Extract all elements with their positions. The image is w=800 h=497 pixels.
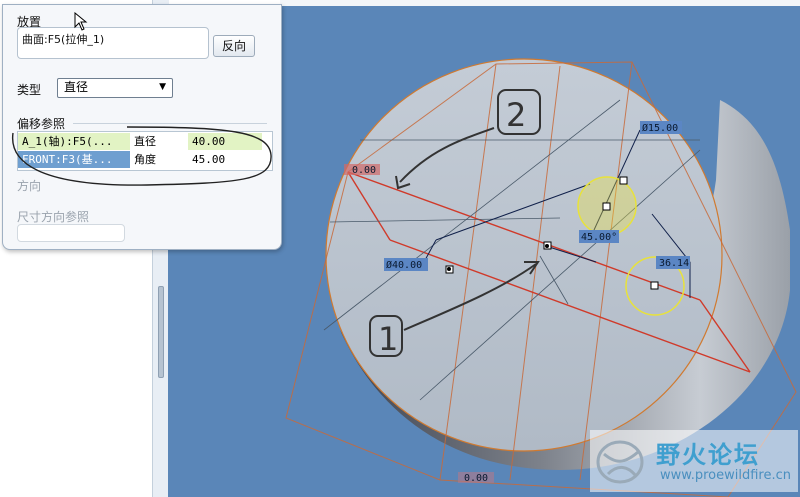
annotation-two-label: 2: [506, 96, 526, 134]
dim-label-d-right[interactable]: 36.14: [656, 256, 690, 269]
dim-label-angle[interactable]: 45.00°: [579, 230, 619, 243]
hole-placement-panel: 放置 曲面:F5(拉伸_1) 反向 类型 直径 ▼ 偏移参照 A_1(轴):F5…: [2, 4, 282, 250]
dim-text-angle: 45.00°: [581, 232, 617, 243]
placement-value: 曲面:F5(拉伸_1): [22, 33, 105, 46]
annotation-scribble: [11, 126, 272, 186]
cad-window: Ø15.00 Ø40.00 45.00° 36.14 0.00 0.00 2 1…: [0, 0, 800, 497]
dim-label-d-left[interactable]: Ø40.00: [384, 258, 428, 271]
dim-text-tag-a: 0.00: [352, 165, 376, 176]
type-label: 类型: [17, 83, 42, 97]
mouse-cursor-icon: [74, 12, 88, 31]
chevron-down-icon: ▼: [159, 82, 166, 92]
dim-text-d-top: Ø15.00: [642, 122, 678, 134]
dim-label-d-top[interactable]: Ø15.00: [640, 121, 682, 134]
type-select-value: 直径: [64, 80, 89, 94]
dim-text-d-right: 36.14: [659, 258, 689, 269]
dim-tag-a: 0.00: [344, 164, 380, 176]
watermark-url: www.proewildfire.cn: [660, 468, 791, 483]
dim-text-tag-b: 0.00: [464, 473, 488, 484]
type-select[interactable]: 直径 ▼: [57, 78, 173, 98]
dim-dir-ref-label: 尺寸方向参照: [17, 210, 90, 224]
dim-tag-b: 0.00: [458, 472, 494, 484]
dim-text-d-left: Ø40.00: [386, 259, 422, 271]
dim-dir-ref-field[interactable]: [17, 224, 125, 242]
watermark-logo-icon: [596, 440, 644, 484]
watermark-title: 野火论坛: [656, 441, 760, 469]
placement-field[interactable]: 曲面:F5(拉伸_1): [17, 27, 209, 59]
flip-button[interactable]: 反向: [213, 35, 255, 57]
splitter-grip[interactable]: [158, 286, 164, 378]
annotation-one-label: 1: [378, 320, 398, 358]
direction-label: 方向: [17, 179, 42, 193]
